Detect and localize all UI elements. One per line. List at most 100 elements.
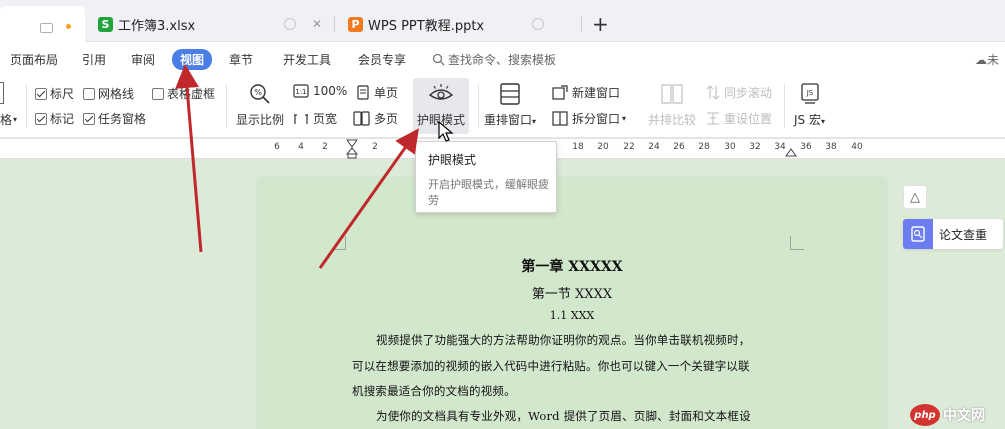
- sync-scroll-icon: [706, 85, 720, 100]
- chevron-down-icon: ▾: [13, 115, 18, 124]
- tab-label: WPS PPT教程.pptx: [368, 18, 485, 34]
- reset-position-icon: [707, 112, 719, 125]
- ruler-tick: 2: [322, 142, 328, 152]
- zoom-icon: %: [250, 84, 270, 104]
- ruler-tick: 22: [623, 142, 635, 152]
- tooltip-title: 护眼模式: [428, 153, 477, 167]
- split-window-icon: [552, 111, 568, 126]
- zoom-button[interactable]: % 显示比例: [236, 82, 284, 128]
- collapse-panel-button[interactable]: △: [903, 185, 927, 209]
- ribbon-divider: [784, 84, 785, 128]
- tab-workbook[interactable]: S 工作簿3.xlsx ✕: [86, 6, 334, 42]
- php-logo: php: [910, 404, 940, 426]
- gridlines-checkbox[interactable]: 网格线: [83, 85, 134, 102]
- command-search[interactable]: 查找命令、搜索模板: [432, 51, 556, 68]
- menu-view[interactable]: 视图: [172, 49, 213, 70]
- menu-references[interactable]: 引用: [82, 51, 106, 68]
- multi-page-button[interactable]: 多页: [353, 110, 398, 127]
- document-page[interactable]: 第一章 XXXXX 第一节 XXXX 1.1 XXX 视频提供了功能强大的方法帮…: [258, 178, 886, 429]
- ribbon-view: 格 ▾ 标尺 网格线 表格虚框 标记 任务窗格 % 显示比例 1:1 100% 页…: [0, 76, 1005, 138]
- spreadsheet-app-icon: S: [98, 16, 113, 32]
- menu-page-layout[interactable]: 页面布局: [10, 51, 58, 68]
- ruler-tick: 20: [597, 142, 609, 152]
- js-macro-icon: JS: [800, 83, 819, 104]
- menu-developer[interactable]: 开发工具: [283, 51, 331, 68]
- unsaved-dot-icon: [66, 24, 71, 29]
- checkbox-empty-icon: [83, 87, 95, 100]
- task-pane-checkbox[interactable]: 任务窗格: [83, 110, 146, 127]
- ruler-tick: 4: [298, 142, 304, 152]
- js-macro-button[interactable]: JS JS 宏▾: [794, 82, 825, 128]
- page-width-button[interactable]: 页宽: [293, 110, 337, 127]
- paragraph-line[interactable]: 为使你的文档具有专业外观，Word 提供了页眉、页脚、封面和文本框设: [376, 408, 751, 424]
- chevron-down-icon: ▾: [820, 117, 825, 126]
- table-gridlines-checkbox[interactable]: 表格虚框: [152, 85, 215, 102]
- ruler-tick: 36: [800, 142, 812, 152]
- menu-chapter[interactable]: 章节: [229, 51, 253, 68]
- checkbox-checked-icon: [35, 112, 47, 125]
- chapter-heading[interactable]: 第一章 XXXXX: [258, 256, 886, 276]
- ruler-tick: 2: [372, 142, 378, 152]
- ruler-tick: 32: [749, 142, 761, 152]
- section-heading[interactable]: 第一节 XXXX: [258, 283, 886, 302]
- margin-corner-mark: [332, 236, 346, 250]
- ribbon-divider: [26, 84, 27, 128]
- svg-text:JS: JS: [805, 89, 813, 97]
- loading-icon: [284, 18, 296, 30]
- paragraph-line[interactable]: 可以在想要添加的视频的嵌入代码中进行粘贴。你也可以键入一个关键字以联: [352, 358, 750, 374]
- ruler-tick: 34: [774, 142, 786, 152]
- split-window-button[interactable]: 拆分窗口 ▾: [552, 110, 626, 127]
- indent-marker-icon[interactable]: [345, 139, 359, 159]
- clipped-label[interactable]: 格 ▾: [0, 111, 17, 128]
- menu-review[interactable]: 审阅: [131, 51, 155, 68]
- menu-member[interactable]: 会员专享: [358, 51, 406, 68]
- markup-checkbox[interactable]: 标记: [35, 110, 74, 127]
- ribbon-divider: [226, 84, 227, 128]
- chevron-down-icon: ▾: [622, 114, 627, 123]
- single-page-button[interactable]: 单页: [356, 84, 398, 101]
- presentation-app-icon: P: [348, 16, 363, 32]
- tab-strip: S 工作簿3.xlsx ✕ P WPS PPT教程.pptx +: [0, 0, 1005, 42]
- ruler-tick: 26: [673, 142, 685, 152]
- arrange-window-button[interactable]: 重排窗口▾: [484, 82, 536, 128]
- watermark-text: 中文网: [943, 408, 985, 424]
- checkbox-empty-icon: [152, 87, 164, 100]
- arrange-icon: [500, 83, 520, 105]
- new-tab-button[interactable]: +: [592, 12, 609, 36]
- tab-label: 工作簿3.xlsx: [118, 18, 196, 34]
- new-window-icon: [552, 85, 568, 100]
- ruler-tick: 24: [648, 142, 660, 152]
- clipped-icon: [0, 82, 4, 104]
- paragraph-line[interactable]: 视频提供了功能强大的方法帮助你证明你的观点。当你单击联机视频时，: [376, 332, 750, 348]
- ribbon-divider: [478, 84, 479, 128]
- multi-page-icon: [353, 111, 370, 126]
- cloud-status[interactable]: ☁未: [975, 51, 999, 68]
- site-watermark: php 中文网: [910, 404, 985, 426]
- compare-icon: [661, 84, 683, 104]
- zoom-100-button[interactable]: 1:1 100%: [293, 84, 347, 98]
- new-window-button[interactable]: 新建窗口: [552, 84, 620, 101]
- sync-scroll-button[interactable]: 同步滚动: [706, 84, 772, 101]
- eye-mode-tooltip: 护眼模式 开启护眼模式，缓解眼疲劳: [415, 141, 557, 213]
- svg-text:%: %: [254, 88, 262, 97]
- tab-home[interactable]: [0, 6, 85, 42]
- monitor-icon: [40, 23, 53, 33]
- chevron-down-icon: ▾: [532, 117, 537, 126]
- mouse-cursor-icon: [438, 121, 454, 142]
- reset-position-button[interactable]: 重设位置: [706, 110, 772, 127]
- search-icon: [432, 53, 445, 66]
- collapse-up-icon: △: [910, 189, 920, 205]
- ruler-tick: 28: [698, 142, 710, 152]
- ruler-checkbox[interactable]: 标尺: [35, 85, 74, 102]
- paragraph-line[interactable]: 机搜索最适合你的文档的视频。: [352, 383, 516, 399]
- eye-icon: [428, 84, 454, 100]
- right-indent-marker-icon[interactable]: [785, 147, 797, 157]
- tab-ppt[interactable]: P WPS PPT教程.pptx: [336, 6, 582, 42]
- svg-text:1:1: 1:1: [295, 88, 306, 96]
- paper-check-button[interactable]: 论文查重: [903, 219, 1003, 249]
- side-by-side-button[interactable]: 并排比较: [648, 82, 696, 128]
- ruler-tick: 6: [274, 142, 280, 152]
- subsection-heading[interactable]: 1.1 XXX: [258, 309, 886, 322]
- paper-check-icon: [903, 219, 933, 249]
- close-icon[interactable]: ✕: [312, 17, 322, 31]
